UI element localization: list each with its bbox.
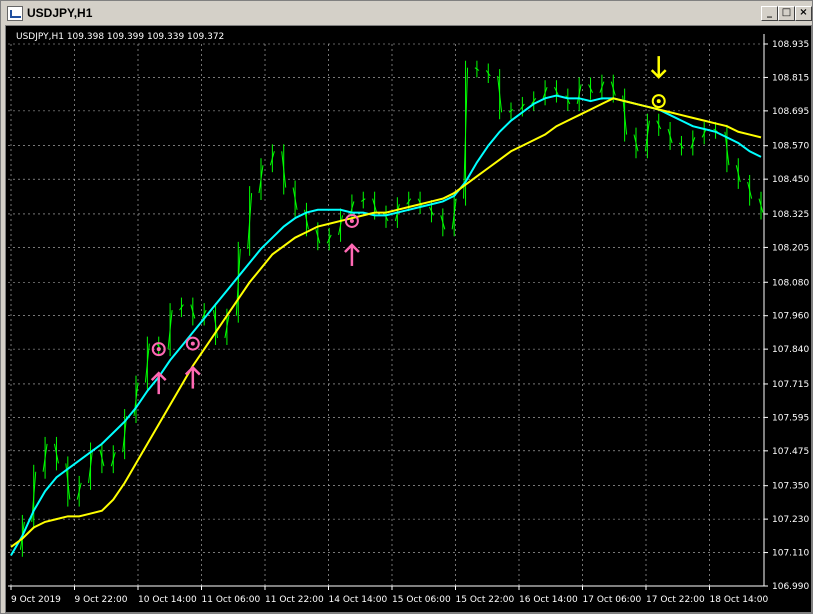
time-label: 11 Oct 22:00 xyxy=(265,595,324,605)
price-label: 108.325 xyxy=(772,210,809,220)
buy-signal-dot-center xyxy=(349,218,354,223)
time-label: 17 Oct 06:00 xyxy=(583,595,642,605)
chart-icon xyxy=(7,6,23,21)
price-label: 107.230 xyxy=(772,515,809,525)
candles xyxy=(19,60,764,557)
buy-signal-dot-center xyxy=(190,341,195,346)
price-label: 107.840 xyxy=(772,345,809,355)
price-label: 107.350 xyxy=(772,482,809,492)
minimize-button[interactable]: _ xyxy=(761,6,778,21)
chart-header: USDJPY,H1 109.398 109.399 109.339 109.37… xyxy=(16,32,224,42)
price-label: 108.570 xyxy=(772,142,809,152)
window-title: USDJPY,H1 xyxy=(27,6,93,20)
sell-signal-dot-center xyxy=(656,99,661,104)
price-chart[interactable]: USDJPY,H1 109.398 109.399 109.339 109.37… xyxy=(6,26,811,612)
price-label: 108.450 xyxy=(772,175,809,185)
time-label: 9 Oct 22:00 xyxy=(75,595,128,605)
price-label: 107.475 xyxy=(772,447,809,457)
maximize-button[interactable]: □ xyxy=(778,6,795,21)
grid-lines xyxy=(8,43,764,587)
slow-ma-line xyxy=(10,97,762,548)
window: USDJPY,H1 _ □ × USDJPY,H1 109.398 109.39… xyxy=(0,0,813,614)
price-label: 108.935 xyxy=(772,40,809,50)
price-label: 108.205 xyxy=(772,243,809,253)
title-bar[interactable]: USDJPY,H1 _ □ × xyxy=(3,3,812,23)
time-label: 18 Oct 14:00 xyxy=(710,595,769,605)
time-label: 14 Oct 14:00 xyxy=(329,595,388,605)
close-button[interactable]: × xyxy=(795,6,812,21)
time-label: 10 Oct 14:00 xyxy=(138,595,197,605)
chart-area[interactable]: USDJPY,H1 109.398 109.399 109.339 109.37… xyxy=(5,25,812,613)
time-axis: 9 Oct 2019 9 Oct 22:00 10 Oct 14:00 11 Oct … xyxy=(8,585,769,605)
price-label: 107.960 xyxy=(772,312,809,322)
price-label: 108.815 xyxy=(772,73,809,83)
price-label: 107.715 xyxy=(772,380,809,390)
signals xyxy=(150,56,667,395)
price-label: 108.080 xyxy=(772,278,809,288)
time-label: 15 Oct 22:00 xyxy=(456,595,515,605)
price-label: 107.595 xyxy=(772,413,809,423)
time-label: 15 Oct 06:00 xyxy=(392,595,451,605)
price-label: 108.695 xyxy=(772,107,809,117)
time-label: 9 Oct 2019 xyxy=(11,595,61,605)
price-label: 106.990 xyxy=(772,582,809,592)
price-label: 107.110 xyxy=(772,549,809,559)
price-axis: 108.935 108.815 108.695 108.570 108.450 108.3… xyxy=(763,34,809,592)
time-label: 11 Oct 06:00 xyxy=(202,595,261,605)
buy-signal-dot-center xyxy=(156,347,161,352)
fast-ma-line xyxy=(10,94,762,556)
time-label: 16 Oct 14:00 xyxy=(519,595,578,605)
time-label: 17 Oct 22:00 xyxy=(646,595,705,605)
moving-averages xyxy=(10,94,762,556)
